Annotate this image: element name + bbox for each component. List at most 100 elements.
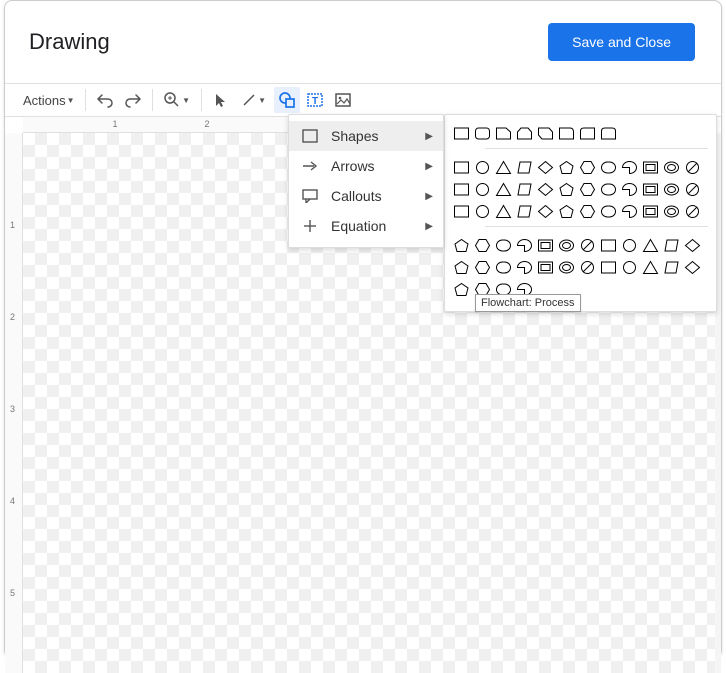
image-tool-button[interactable]	[330, 87, 356, 113]
shape-item[interactable]	[537, 237, 554, 254]
shape-item[interactable]	[558, 259, 575, 276]
chevron-right-icon: ▶	[425, 191, 433, 202]
shape-item[interactable]	[516, 259, 533, 276]
shape-item[interactable]	[453, 259, 470, 276]
shape-item[interactable]	[558, 237, 575, 254]
shape-item[interactable]	[537, 181, 554, 198]
save-and-close-button[interactable]: Save and Close	[548, 23, 695, 61]
menu-item-callouts[interactable]: Callouts ▶	[289, 181, 443, 211]
shape-item[interactable]	[474, 203, 491, 220]
shape-item[interactable]	[495, 259, 512, 276]
shape-round-same-side[interactable]	[600, 125, 617, 142]
shape-item[interactable]	[495, 203, 512, 220]
shape-item[interactable]	[579, 159, 596, 176]
shape-item[interactable]	[474, 181, 491, 198]
shape-snip-round-single[interactable]	[558, 125, 575, 142]
shape-item[interactable]	[474, 259, 491, 276]
shape-item[interactable]	[642, 181, 659, 198]
zoom-button[interactable]: ▼	[159, 87, 195, 113]
shape-item[interactable]	[579, 259, 596, 276]
shape-item[interactable]	[621, 181, 638, 198]
shape-item[interactable]	[579, 203, 596, 220]
shape-item[interactable]	[579, 181, 596, 198]
shape-item[interactable]	[684, 259, 701, 276]
ruler-tick: 1	[112, 119, 117, 129]
shape-item[interactable]	[642, 159, 659, 176]
textbox-tool-button[interactable]: T	[302, 87, 328, 113]
shape-item[interactable]	[600, 237, 617, 254]
shape-snip-diagonal[interactable]	[537, 125, 554, 142]
menu-item-shapes[interactable]: Shapes ▶	[289, 121, 443, 151]
shape-item[interactable]	[516, 203, 533, 220]
shape-item[interactable]	[474, 237, 491, 254]
shape-item[interactable]	[537, 259, 554, 276]
palette-row	[453, 203, 708, 220]
shape-item[interactable]	[516, 159, 533, 176]
shape-item[interactable]	[537, 203, 554, 220]
shape-item[interactable]	[495, 159, 512, 176]
shape-item[interactable]	[621, 203, 638, 220]
svg-text:T: T	[312, 96, 318, 107]
shape-item[interactable]	[453, 181, 470, 198]
toolbar: Actions▼ ▼ ▼ T	[5, 84, 721, 117]
line-tool-button[interactable]: ▼	[236, 87, 272, 113]
shape-round-single[interactable]	[579, 125, 596, 142]
menu-label: Arrows	[331, 158, 375, 174]
shape-item[interactable]	[600, 203, 617, 220]
redo-button[interactable]	[120, 87, 146, 113]
ruler-tick: 5	[10, 588, 15, 598]
shape-item[interactable]	[642, 203, 659, 220]
shape-item[interactable]	[474, 159, 491, 176]
shape-item[interactable]	[453, 237, 470, 254]
undo-button[interactable]	[92, 87, 118, 113]
shape-item[interactable]	[684, 203, 701, 220]
shape-item[interactable]	[663, 237, 680, 254]
shape-item[interactable]	[537, 159, 554, 176]
shape-tool-button[interactable]	[274, 87, 300, 113]
shape-item[interactable]	[663, 259, 680, 276]
shape-item[interactable]	[453, 203, 470, 220]
palette-row	[453, 125, 708, 142]
palette-row	[453, 237, 708, 254]
menu-item-equation[interactable]: Equation ▶	[289, 211, 443, 241]
shape-item[interactable]	[621, 159, 638, 176]
shape-item[interactable]	[642, 237, 659, 254]
separator	[152, 89, 153, 111]
shape-item[interactable]	[600, 259, 617, 276]
shape-item[interactable]	[663, 159, 680, 176]
shape-item[interactable]	[684, 237, 701, 254]
shape-tooltip: Flowchart: Process	[475, 294, 581, 312]
shape-item[interactable]	[663, 181, 680, 198]
shape-item[interactable]	[579, 237, 596, 254]
equation-icon	[301, 217, 319, 235]
shape-item[interactable]	[558, 203, 575, 220]
shape-item[interactable]	[621, 259, 638, 276]
shape-item[interactable]	[600, 181, 617, 198]
callout-icon	[301, 187, 319, 205]
palette-row	[453, 259, 708, 276]
shape-item[interactable]	[558, 159, 575, 176]
shape-snip-single[interactable]	[495, 125, 512, 142]
shape-item[interactable]	[558, 181, 575, 198]
caret-down-icon: ▼	[67, 96, 75, 105]
shape-item[interactable]	[600, 159, 617, 176]
shape-item[interactable]	[621, 237, 638, 254]
shape-item[interactable]	[642, 259, 659, 276]
shape-item[interactable]	[495, 181, 512, 198]
shape-item[interactable]	[453, 281, 470, 298]
shape-snip-same-side[interactable]	[516, 125, 533, 142]
ruler-tick: 1	[10, 220, 15, 230]
shape-rectangle[interactable]	[453, 125, 470, 142]
shape-item[interactable]	[453, 159, 470, 176]
shape-item[interactable]	[684, 159, 701, 176]
shape-item[interactable]	[516, 181, 533, 198]
caret-down-icon: ▼	[182, 96, 190, 105]
shape-item[interactable]	[684, 181, 701, 198]
shape-item[interactable]	[663, 203, 680, 220]
shape-rounded-rectangle[interactable]	[474, 125, 491, 142]
select-tool-button[interactable]	[208, 87, 234, 113]
menu-item-arrows[interactable]: Arrows ▶	[289, 151, 443, 181]
actions-menu-button[interactable]: Actions▼	[19, 89, 79, 112]
shape-item[interactable]	[495, 237, 512, 254]
shape-item[interactable]	[516, 237, 533, 254]
